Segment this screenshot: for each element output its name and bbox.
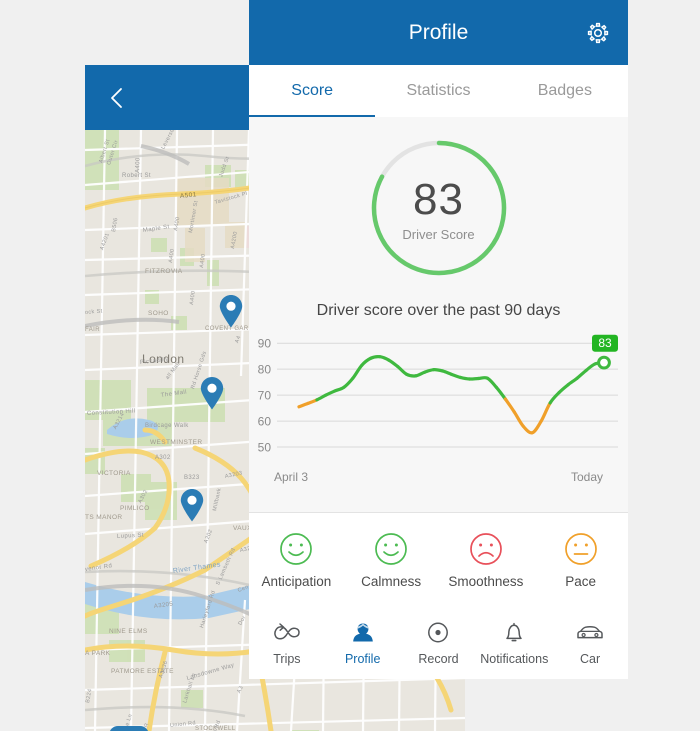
chart-line-segment bbox=[539, 401, 552, 423]
trips-loop-icon bbox=[274, 623, 300, 640]
map-pin-icon bbox=[180, 489, 204, 522]
chart-line-segment bbox=[557, 383, 570, 395]
tab-statistics[interactable]: Statistics bbox=[375, 65, 501, 117]
chart-line-segment bbox=[485, 376, 498, 389]
gear-icon bbox=[587, 22, 609, 44]
chart-line-segment bbox=[575, 368, 588, 380]
chart-y-tick: 50 bbox=[258, 441, 272, 455]
bell-icon bbox=[506, 622, 523, 642]
score-content: 83 Driver Score Driver score over the pa… bbox=[249, 117, 628, 512]
metric-smoothness[interactable]: Smoothness bbox=[439, 532, 534, 591]
smile-face-icon bbox=[375, 532, 407, 565]
chart-y-tick: 70 bbox=[258, 389, 272, 403]
tab-label: Statistics bbox=[406, 82, 471, 99]
tabbar-notifications[interactable]: Notifications bbox=[476, 620, 552, 668]
locate-button[interactable] bbox=[109, 726, 149, 731]
chart-y-tick: 60 bbox=[258, 415, 272, 429]
chart-end-marker bbox=[597, 355, 611, 370]
chart-graphic: 90 80 70 60 50 83 bbox=[258, 334, 618, 455]
chart-x-end-label: Today bbox=[570, 470, 603, 484]
chart-line-segment bbox=[342, 376, 355, 389]
tabbar-label: Car bbox=[580, 652, 601, 666]
neutral-face-icon bbox=[564, 532, 597, 565]
chart-line-segment bbox=[387, 358, 400, 369]
chart-title: Driver score over the past 90 days bbox=[316, 302, 561, 319]
chart-line-segment bbox=[566, 376, 579, 387]
tabbar-car[interactable]: Car bbox=[552, 620, 628, 668]
chart-y-tick: 80 bbox=[258, 363, 272, 377]
map-pin-icon bbox=[219, 295, 243, 328]
chart-line-segment bbox=[512, 410, 525, 428]
metric-label: Pace bbox=[565, 573, 597, 589]
map-pin-1[interactable] bbox=[218, 294, 244, 328]
chart-line-segment bbox=[530, 419, 543, 435]
metrics-row: Anticipation Calmness Smoothness Pace bbox=[249, 512, 628, 610]
metric-label: Smoothness bbox=[448, 573, 524, 589]
smile-face-icon bbox=[280, 532, 313, 565]
locate-crosshair-icon bbox=[109, 726, 149, 731]
tabbar-profile[interactable]: Profile bbox=[325, 620, 401, 668]
record-dot-icon bbox=[428, 622, 449, 643]
tab-bar: Score Statistics Badges bbox=[249, 65, 628, 118]
tabbar-label: Trips bbox=[273, 652, 301, 666]
chart-x-start-label: April 3 bbox=[274, 470, 309, 484]
tab-score[interactable]: Score bbox=[249, 65, 376, 118]
chart-line-segment bbox=[494, 385, 507, 401]
chart-axis-labels: April 3 Today bbox=[249, 470, 628, 490]
metric-pace[interactable]: Pace bbox=[533, 532, 628, 591]
chart-line-segment bbox=[503, 397, 516, 414]
chart-line-segment bbox=[548, 390, 561, 405]
car-icon bbox=[577, 626, 603, 639]
map-pin-2[interactable] bbox=[199, 376, 225, 410]
map-pin-icon bbox=[200, 377, 224, 410]
score-ring: 83 Driver Score bbox=[366, 135, 512, 281]
map-pin-3[interactable] bbox=[179, 488, 205, 522]
score-ring-section: 83 Driver Score bbox=[249, 117, 628, 302]
tabbar-label: Profile bbox=[344, 652, 381, 666]
tab-label: Score bbox=[291, 82, 334, 99]
chart-y-tick: 90 bbox=[258, 337, 272, 351]
chart-line-segment bbox=[396, 364, 409, 376]
metric-label: Calmness bbox=[361, 573, 422, 589]
tab-label: Badges bbox=[537, 82, 592, 99]
settings-button[interactable] bbox=[586, 21, 610, 45]
tab-badges[interactable]: Badges bbox=[502, 65, 628, 117]
chart[interactable]: 90 80 70 60 50 83 bbox=[249, 332, 628, 472]
chart-line-segment bbox=[360, 356, 373, 367]
score-caption: Driver Score bbox=[402, 227, 475, 242]
bottom-tab-bar: Trips Profile Record Notifications Car bbox=[249, 609, 628, 679]
tabbar-record[interactable]: Record bbox=[401, 620, 477, 668]
tabbar-label: Record bbox=[418, 652, 459, 666]
chart-line-segment bbox=[351, 363, 364, 380]
chart-line-segment bbox=[521, 424, 534, 435]
score-value: 83 bbox=[413, 175, 464, 224]
tabbar-label: Notifications bbox=[480, 652, 549, 666]
chart-value-badge-label: 83 bbox=[598, 336, 612, 350]
metric-label: Anticipation bbox=[261, 573, 332, 589]
app-header: Profile bbox=[249, 0, 628, 65]
phone-panel: Profile Score Statistics Badges 83 Drive… bbox=[249, 0, 628, 679]
metric-calmness[interactable]: Calmness bbox=[344, 532, 439, 591]
frown-face-icon bbox=[470, 532, 502, 565]
metric-anticipation[interactable]: Anticipation bbox=[249, 532, 344, 591]
page-title: Profile bbox=[408, 21, 469, 44]
tabbar-trips[interactable]: Trips bbox=[249, 620, 325, 668]
person-icon bbox=[352, 623, 373, 642]
